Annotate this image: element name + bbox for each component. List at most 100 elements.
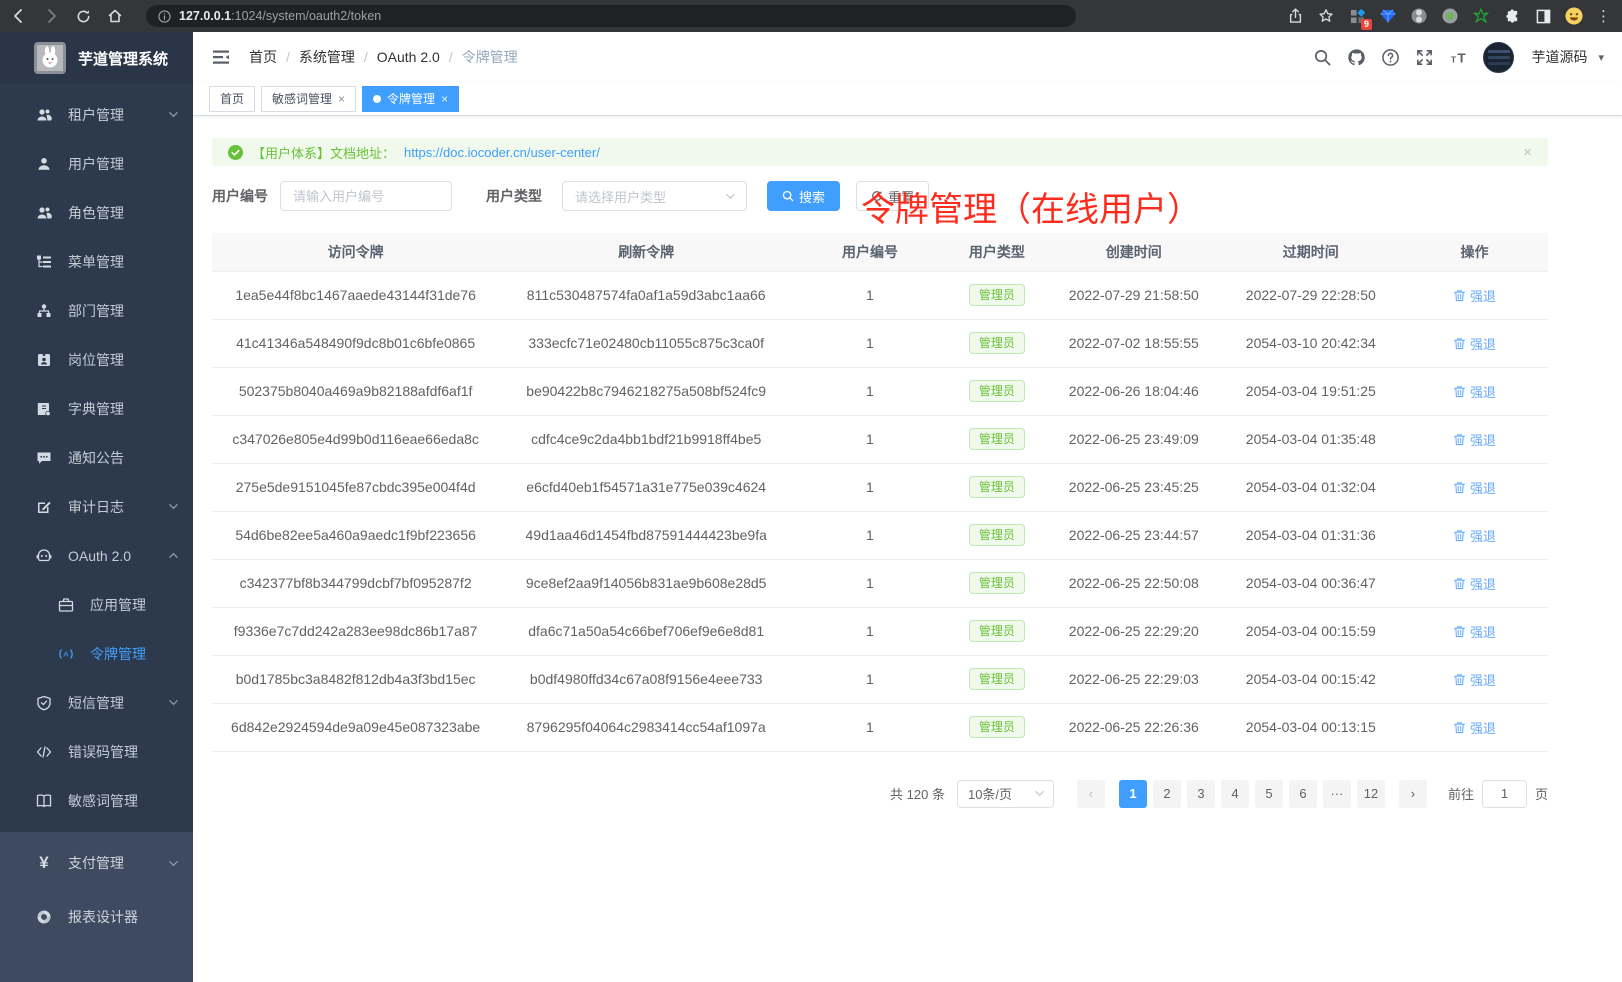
page-button-1[interactable]: 1: [1119, 780, 1147, 808]
github-icon[interactable]: [1347, 48, 1366, 67]
user-type-cell: 管理员: [947, 415, 1047, 463]
alert-close-icon[interactable]: ×: [1523, 144, 1532, 161]
browser-home-icon[interactable]: [106, 7, 124, 25]
search-button[interactable]: 搜索: [767, 181, 840, 211]
force-logout-button[interactable]: 强退: [1453, 718, 1496, 737]
expire-time-cell: 2022-07-29 22:28:50: [1221, 271, 1401, 319]
page-button-5[interactable]: 5: [1255, 780, 1283, 808]
page-button-3[interactable]: 3: [1187, 780, 1215, 808]
fullscreen-icon[interactable]: [1415, 48, 1434, 67]
tab-token[interactable]: 令牌管理×: [362, 86, 459, 112]
sidebar-item-error-code[interactable]: 错误码管理: [0, 727, 193, 776]
extension-grid-icon[interactable]: 9: [1348, 7, 1366, 25]
breadcrumb-oauth2[interactable]: OAuth 2.0: [377, 49, 440, 65]
sidebar-item-audit-log[interactable]: 审计日志: [0, 482, 193, 531]
close-icon[interactable]: ×: [441, 92, 448, 106]
site-info-icon[interactable]: [158, 10, 171, 23]
chevron-down-icon: [168, 858, 179, 869]
extension-diamond-icon[interactable]: [1379, 7, 1397, 25]
emoji-avatar-icon[interactable]: [1565, 7, 1583, 25]
access-token-cell: b0d1785bc3a8482f812db4a3f3bd15ec: [212, 655, 499, 703]
refresh-token-cell: 9ce8ef2aa9f14056b831ae9b608e28d5: [499, 559, 793, 607]
extension-badge: 9: [1361, 19, 1372, 30]
font-size-icon[interactable]: TT: [1449, 48, 1468, 67]
page-button-12[interactable]: 12: [1357, 780, 1385, 808]
sidebar-item-tenant[interactable]: 租户管理: [0, 90, 193, 139]
page-button-4[interactable]: 4: [1221, 780, 1249, 808]
browser-back-icon[interactable]: [10, 7, 28, 25]
force-logout-button[interactable]: 强退: [1453, 574, 1496, 593]
sidebar-item-post[interactable]: 岗位管理: [0, 335, 193, 384]
pager: 123456···12: [1116, 780, 1388, 808]
sidebar-item-sensitive-word[interactable]: 敏感词管理: [0, 776, 193, 825]
force-logout-button[interactable]: 强退: [1453, 526, 1496, 545]
sidebar-item-oauth2-token[interactable]: A 令牌管理: [0, 629, 193, 678]
extension-star-green-icon[interactable]: [1472, 7, 1490, 25]
header-user-type: 用户类型: [947, 233, 1047, 271]
sidebar-item-notice[interactable]: 通知公告: [0, 433, 193, 482]
breadcrumb-home[interactable]: 首页: [249, 47, 277, 67]
access-token-cell: 41c41346a548490f9dc8b01c6bfe0865: [212, 319, 499, 367]
sidebar-item-pay[interactable]: ¥ 支付管理: [0, 836, 193, 890]
force-logout-button[interactable]: 强退: [1453, 334, 1496, 353]
next-page-button[interactable]: ›: [1399, 780, 1427, 808]
browser-menu-icon[interactable]: ⋮: [1596, 7, 1612, 25]
user-type-select[interactable]: 请选择用户类型: [562, 181, 747, 211]
reset-button[interactable]: 重置: [856, 181, 929, 211]
extension-circle-gray-icon[interactable]: [1410, 7, 1428, 25]
force-logout-button[interactable]: 强退: [1453, 382, 1496, 401]
user-id-cell: 1: [793, 367, 947, 415]
sidebar-item-role[interactable]: 角色管理: [0, 188, 193, 237]
goto-suffix: 页: [1535, 784, 1548, 803]
sidebar-item-report-designer[interactable]: 报表设计器: [0, 890, 193, 944]
sidebar-collapse-icon[interactable]: [211, 47, 231, 67]
force-logout-button[interactable]: 强退: [1453, 430, 1496, 449]
search-icon[interactable]: [1313, 48, 1332, 67]
force-logout-button[interactable]: 强退: [1453, 478, 1496, 497]
sidebar-item-sms[interactable]: 短信管理: [0, 678, 193, 727]
username[interactable]: 芋道源码: [1531, 47, 1587, 67]
page-ellipsis[interactable]: ···: [1323, 780, 1351, 808]
svg-text:T: T: [1451, 54, 1457, 64]
sidebar-item-dict[interactable]: 字典管理: [0, 384, 193, 433]
avatar[interactable]: [1483, 42, 1514, 73]
force-logout-button[interactable]: 强退: [1453, 622, 1496, 641]
user-id-input[interactable]: [280, 181, 452, 211]
sidebar-logo-bar[interactable]: 芋道管理系统: [0, 32, 193, 84]
header-user-id: 用户编号: [793, 233, 947, 271]
sidebar-item-oauth2[interactable]: OAuth 2.0: [0, 531, 193, 580]
close-icon[interactable]: ×: [338, 92, 345, 106]
tab-window-icon[interactable]: [1534, 7, 1552, 25]
address-bar[interactable]: 127.0.0.1:1024/system/oauth2/token: [146, 5, 1076, 27]
extension-circle-green-icon[interactable]: [1441, 7, 1459, 25]
header-create-time: 创建时间: [1047, 233, 1221, 271]
goto-page-input[interactable]: [1482, 780, 1527, 808]
breadcrumb: 首页 / 系统管理 / OAuth 2.0 / 令牌管理: [249, 47, 518, 67]
tab-sensitive-word[interactable]: 敏感词管理×: [261, 86, 356, 112]
breadcrumb-system[interactable]: 系统管理: [299, 47, 355, 67]
page-size-select[interactable]: 10条/页: [957, 780, 1054, 808]
header-refresh-token: 刷新令牌: [499, 233, 793, 271]
prev-page-button[interactable]: ‹: [1077, 780, 1105, 808]
tab-home[interactable]: 首页: [209, 86, 255, 112]
action-cell: 强退: [1401, 367, 1548, 415]
trash-icon: [1453, 577, 1466, 590]
help-icon[interactable]: [1381, 48, 1400, 67]
sidebar-item-oauth2-app[interactable]: 应用管理: [0, 580, 193, 629]
sidebar-item-user[interactable]: 用户管理: [0, 139, 193, 188]
force-logout-button[interactable]: 强退: [1453, 286, 1496, 305]
browser-forward-icon[interactable]: [42, 7, 60, 25]
user-type-badge: 管理员: [969, 716, 1025, 738]
page-button-6[interactable]: 6: [1289, 780, 1317, 808]
sidebar-item-menu[interactable]: 菜单管理: [0, 237, 193, 286]
caret-down-icon[interactable]: ▾: [1598, 51, 1604, 64]
extensions-puzzle-icon[interactable]: [1503, 7, 1521, 25]
bookmark-star-icon[interactable]: [1317, 7, 1335, 25]
sidebar-item-dept[interactable]: 部门管理: [0, 286, 193, 335]
browser-reload-icon[interactable]: [74, 7, 92, 25]
doc-link[interactable]: https://doc.iocoder.cn/user-center/: [404, 145, 600, 160]
page-button-2[interactable]: 2: [1153, 780, 1181, 808]
user-id-cell: 1: [793, 703, 947, 751]
share-icon[interactable]: [1286, 7, 1304, 25]
force-logout-button[interactable]: 强退: [1453, 670, 1496, 689]
